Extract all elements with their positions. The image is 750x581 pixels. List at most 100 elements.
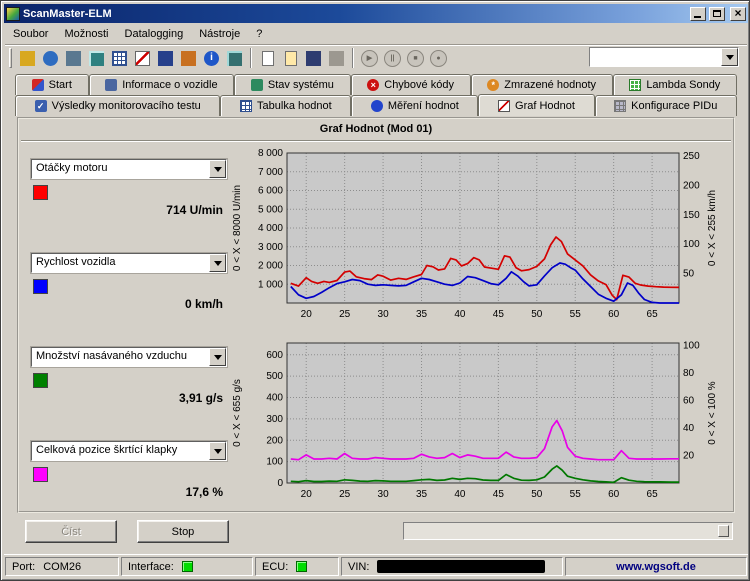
timeline-scrollbar[interactable] [403, 522, 733, 540]
svg-text:300: 300 [266, 414, 283, 425]
channel-select-rychlost-vozidla[interactable]: Rychlost vozidla [31, 253, 227, 273]
info-button[interactable]: i [200, 47, 223, 69]
tab-label: Výsledky monitorovacího testu [52, 100, 201, 112]
record-button[interactable]: ● [427, 47, 450, 69]
channel-current-value: 17,6 % [186, 485, 223, 499]
channel-select-mnozstvi-nasavaneho-vzduchu[interactable]: Množství nasávaného vzduchu [31, 347, 227, 367]
channel-select-otacky-motoru[interactable]: Otáčky motoru [31, 159, 227, 179]
read-button[interactable]: Číst [25, 520, 117, 543]
freeze-frame-icon: * [487, 79, 499, 91]
tab-stav-systemu[interactable]: Stav systému [234, 74, 350, 95]
tab-lambda-sondy[interactable]: Lambda Sondy [613, 74, 737, 95]
tab-tabulka-hodnot[interactable]: Tabulka hodnot [220, 95, 351, 116]
new-file-button[interactable] [256, 47, 279, 69]
play-button[interactable]: ▶ [358, 47, 381, 69]
svg-text:4 000: 4 000 [258, 223, 283, 234]
status-ecu: ECU: [255, 557, 339, 576]
svg-text:20: 20 [301, 489, 313, 500]
channel-select-arrow[interactable] [209, 442, 226, 460]
tab-konfigurace-pidu[interactable]: Konfigurace PIDu [595, 95, 737, 116]
svg-text:50: 50 [683, 269, 695, 280]
svg-text:1 000: 1 000 [258, 279, 283, 290]
tab-start[interactable]: Start [15, 74, 89, 95]
network-icon [227, 51, 242, 66]
globe-button[interactable] [39, 47, 62, 69]
svg-text:30: 30 [378, 489, 390, 500]
minimize-button[interactable] [690, 7, 706, 21]
pda-button[interactable] [154, 47, 177, 69]
title-bar[interactable]: ScanMaster-ELM × [4, 4, 748, 23]
menu-item-nastroje[interactable]: Nástroje [191, 26, 248, 42]
website-link[interactable]: www.wgsoft.de [616, 561, 696, 573]
interface-settings-button[interactable] [16, 47, 39, 69]
toolbar-grip[interactable] [9, 48, 12, 68]
svg-text:25: 25 [339, 489, 351, 500]
print-button[interactable] [325, 47, 348, 69]
monitor-button[interactable] [85, 47, 108, 69]
menu-item-moznosti[interactable]: Možnosti [56, 26, 116, 42]
tab-vysledky-monitorovaciho-testu[interactable]: ✓Výsledky monitorovacího testu [15, 95, 220, 116]
channel-color-swatch [33, 467, 48, 482]
ecu-button[interactable] [62, 47, 85, 69]
app-icon [6, 7, 20, 21]
svg-text:60: 60 [608, 489, 620, 500]
menu-item-datalogging[interactable]: Datalogging [117, 26, 192, 42]
tab-label: Tabulka hodnot [257, 100, 332, 112]
maximize-button[interactable] [709, 7, 725, 21]
close-button[interactable]: × [730, 7, 746, 21]
rpm-speed-chart: 202530354045505560658 0007 0006 0005 000… [229, 145, 721, 327]
channel-current-value: 3,91 g/s [179, 391, 223, 405]
svg-text:50: 50 [531, 309, 543, 320]
channel-select-arrow[interactable] [209, 254, 226, 272]
tab-mereni-hodnot[interactable]: Měření hodnot [351, 95, 478, 116]
channel-select-arrow[interactable] [209, 160, 226, 178]
interface-led [182, 561, 193, 572]
start-icon [32, 79, 44, 91]
chart-button[interactable] [131, 47, 154, 69]
svg-text:60: 60 [608, 309, 620, 320]
toolbar-combobox-value [590, 48, 721, 66]
svg-text:100: 100 [683, 239, 700, 250]
open-file-button[interactable] [279, 47, 302, 69]
stop-button[interactable]: ■ [404, 47, 427, 69]
svg-text:0: 0 [277, 478, 283, 489]
svg-text:50: 50 [531, 489, 543, 500]
svg-text:45: 45 [493, 489, 505, 500]
channel-select-celkova-pozice-skrtici-klapky[interactable]: Celková pozice škrtící klapky [31, 441, 227, 461]
toolbar-combobox-arrow[interactable] [721, 48, 738, 66]
print-icon [329, 51, 344, 66]
svg-text:45: 45 [493, 309, 505, 320]
vin-redacted [377, 560, 545, 573]
ecu-led [296, 561, 307, 572]
tab-chybove-kody[interactable]: ×Chybové kódy [351, 74, 471, 95]
chart-icon [135, 51, 150, 66]
channel-color-swatch [33, 279, 48, 294]
toolbar-combobox[interactable] [589, 47, 739, 67]
menu-item-soubor[interactable]: Soubor [5, 26, 56, 42]
info-icon: i [204, 51, 219, 66]
tab-label: Graf Hodnot [515, 100, 575, 112]
network-button[interactable] [223, 47, 246, 69]
channel-current-value: 714 U/min [166, 203, 223, 217]
tab-informace-o-vozidle[interactable]: Informace o vozidle [89, 74, 235, 95]
channel-select-value: Otáčky motoru [32, 160, 209, 178]
mobile-button[interactable] [177, 47, 200, 69]
maf-throttle-chart: 2025303540455055606560050040030020010001… [229, 335, 721, 507]
tab-graf-hodnot[interactable]: Graf Hodnot [478, 94, 594, 116]
scrollbar-thumb[interactable] [718, 525, 729, 537]
channel-select-arrow[interactable] [209, 348, 226, 366]
stop-button[interactable]: Stop [137, 520, 229, 543]
status-vin: VIN: [341, 557, 563, 576]
table-button[interactable] [108, 47, 131, 69]
globe-icon [43, 51, 58, 66]
pause-button[interactable]: || [381, 47, 404, 69]
tab-zmrazene-hodnoty[interactable]: *Zmrazené hodnoty [471, 74, 613, 95]
svg-text:8 000: 8 000 [258, 148, 283, 159]
tab-label: Chybové kódy [384, 79, 454, 91]
mobile-icon [181, 51, 196, 66]
open-file-icon [285, 51, 297, 66]
svg-text:5 000: 5 000 [258, 204, 283, 215]
minimize-icon [694, 16, 701, 18]
menu-item-help[interactable]: ? [248, 26, 270, 42]
save-button[interactable] [302, 47, 325, 69]
